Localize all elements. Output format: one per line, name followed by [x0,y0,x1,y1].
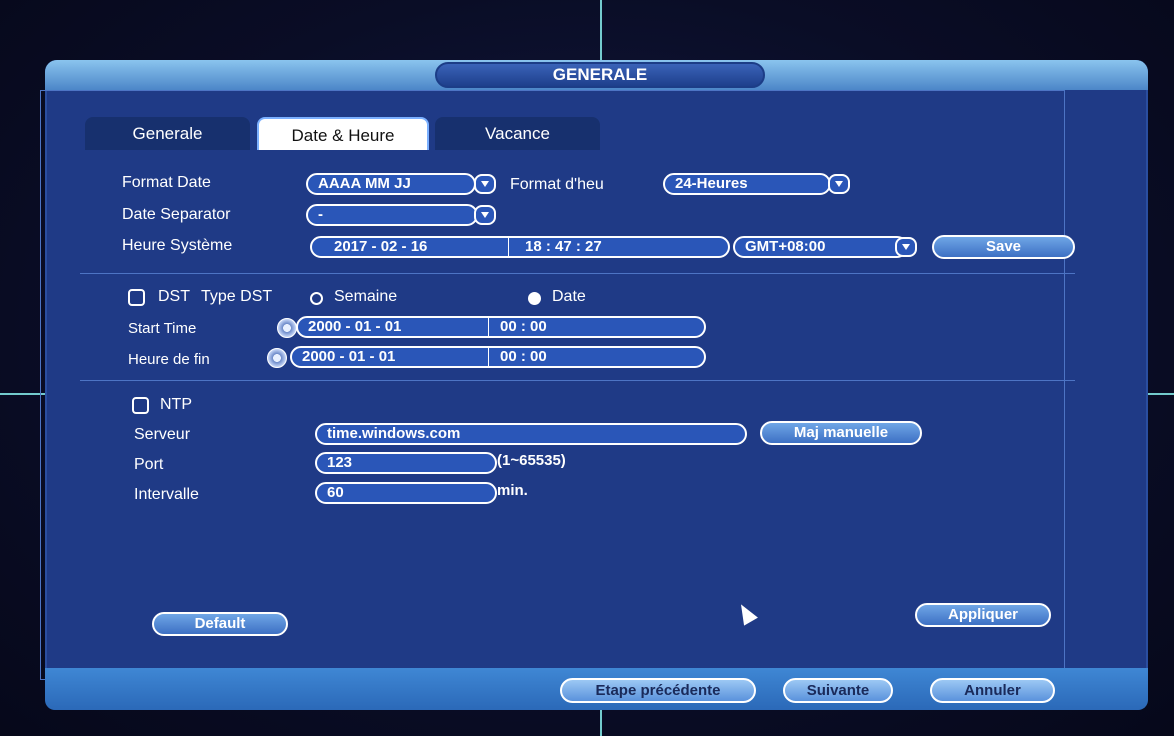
clock-icon[interactable] [277,318,297,338]
port-range-hint: (1~65535) [497,452,566,469]
dst-checkbox[interactable] [128,289,145,306]
start-time-value[interactable]: 00 : 00 [500,318,547,335]
default-button[interactable]: Default [152,612,288,636]
port-input[interactable]: 123 [315,452,497,474]
previous-step-button[interactable]: Etape précédente [560,678,756,703]
end-time-field[interactable]: 2000 - 01 - 01 [290,346,706,368]
end-time-label: Heure de fin [128,351,210,368]
chevron-down-icon[interactable] [474,205,496,225]
dialog-title: GENERALE [435,62,765,88]
start-date-value[interactable]: 2000 - 01 - 01 [308,318,401,335]
end-time-value[interactable]: 00 : 00 [500,348,547,365]
date-time-separator [488,348,489,366]
date-time-separator [488,318,489,336]
chevron-down-icon[interactable] [895,237,917,257]
port-label: Port [134,456,164,473]
radio-date[interactable] [528,292,541,305]
time-format-label: Format d'heu [510,176,604,193]
dialog-footer: Etape précédente Suivante Annuler [45,668,1148,710]
interval-unit: min. [497,482,528,499]
dialog-titlebar: GENERALE [45,60,1148,90]
time-format-select[interactable]: 24-Heures [663,173,831,195]
timezone-select[interactable]: GMT+08:00 [733,236,908,258]
system-time-field[interactable]: 2017 - 02 - 16 [310,236,730,258]
ntp-checkbox[interactable] [132,397,149,414]
next-button[interactable]: Suivante [783,678,893,703]
date-separator-select[interactable]: - [306,204,478,226]
ntp-label: NTP [160,396,192,413]
radio-date-label: Date [552,288,586,305]
end-date-value[interactable]: 2000 - 01 - 01 [302,348,395,365]
interval-label: Intervalle [134,486,199,503]
system-time-label: Heure Système [122,237,233,254]
radio-week[interactable] [310,292,323,305]
radio-week-label: Semaine [334,288,398,305]
date-format-label: Format Date [122,174,211,191]
date-separator-label: Date Separator [122,206,231,223]
cancel-button[interactable]: Annuler [930,678,1055,703]
chevron-down-icon[interactable] [828,174,850,194]
manual-update-button[interactable]: Maj manuelle [760,421,922,445]
start-time-label: Start Time [128,320,197,337]
date-format-select[interactable]: AAAA MM JJ [306,173,476,195]
dst-type-label: Type DST [201,288,273,305]
section-divider [80,273,1075,274]
dst-label: DST [158,288,190,305]
interval-input[interactable]: 60 [315,482,497,504]
clock-icon[interactable] [267,348,287,368]
section-divider [80,380,1075,381]
apply-button[interactable]: Appliquer [915,603,1051,627]
system-time-value[interactable]: 18 : 47 : 27 [525,238,602,255]
date-time-separator [508,238,509,256]
system-date-value[interactable]: 2017 - 02 - 16 [322,238,427,255]
chevron-down-icon[interactable] [474,174,496,194]
server-label: Serveur [134,426,191,443]
save-button[interactable]: Save [932,235,1075,259]
ntp-server-input[interactable]: time.windows.com [315,423,747,445]
